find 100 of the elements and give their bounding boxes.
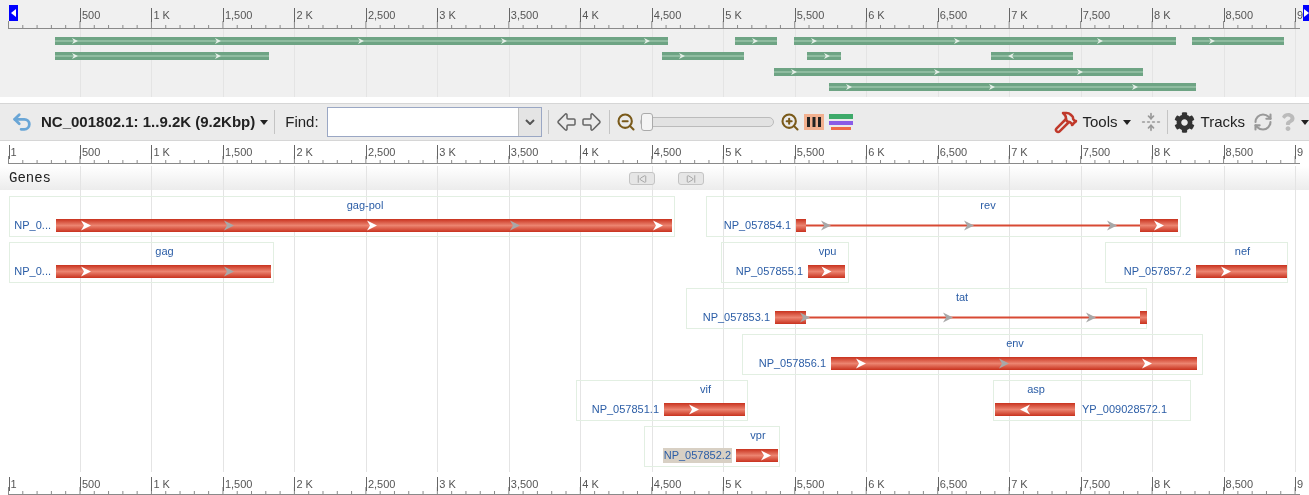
accession-label[interactable]: YP_009028572.1 (1081, 402, 1169, 417)
ruler-label: 3 K (437, 8, 456, 22)
caret-icon (260, 119, 269, 125)
accession-label[interactable]: NP_057854.1 (722, 218, 792, 233)
ruler-label: 1,500 (222, 477, 253, 491)
dropdown-chevron-icon (524, 119, 535, 125)
gene-name[interactable]: nef (1234, 245, 1251, 258)
accession-label[interactable]: NP_057851.1 (590, 402, 660, 417)
sequence-dropdown[interactable]: NC_001802.1: 1..9.2K (9.2Kbp) (41, 110, 269, 134)
ruler-label: 1 K (151, 8, 170, 22)
scroll-left-button[interactable] (9, 5, 18, 21)
accession-label[interactable]: NP_057853.1 (701, 310, 771, 325)
find-label: Find: (285, 111, 319, 132)
skip-forward-icon (686, 173, 696, 184)
ruler-label: 5,500 (794, 8, 825, 22)
zoom-slider-thumb[interactable] (640, 113, 653, 131)
ruler-label: 8 K (1152, 8, 1171, 22)
gene-bar[interactable] (1196, 265, 1287, 278)
gene-bar[interactable] (736, 449, 778, 462)
gene-bar[interactable] (995, 403, 1075, 416)
ruler-label: 4 K (580, 477, 599, 491)
ruler-label: 9 (1295, 477, 1304, 491)
ruler-label: 5 K (723, 8, 742, 22)
overview-feature-bar[interactable] (55, 52, 269, 61)
ruler-label: 4 K (580, 145, 599, 159)
ruler-label: 7,500 (1080, 145, 1111, 159)
gene-name[interactable]: gag-pol (346, 199, 384, 212)
overview-feature-bar[interactable] (829, 82, 1196, 91)
gene-name[interactable]: gag (155, 245, 174, 258)
accession-label[interactable]: NP_0... (13, 264, 52, 279)
ruler-label: 4,500 (651, 477, 682, 491)
next-feature-button[interactable] (678, 172, 704, 185)
ruler-label: 6 K (866, 8, 885, 22)
gene-bar[interactable] (775, 311, 1147, 324)
tools-menu-button[interactable]: Tools (1082, 110, 1131, 134)
gene-bar[interactable] (831, 357, 1197, 370)
gene-name[interactable]: asp (1027, 383, 1045, 396)
ruler-label: 8,500 (1223, 8, 1254, 22)
ruler-label: 4 K (580, 8, 599, 22)
gene-bar[interactable] (56, 219, 672, 232)
ruler-label: 6 K (866, 145, 885, 159)
ruler-label: 1 K (151, 477, 170, 491)
overview-feature-bar[interactable] (807, 52, 841, 61)
ruler-label: 2,500 (365, 8, 396, 22)
gene-name[interactable]: tat (955, 291, 969, 304)
find-field[interactable] (326, 107, 542, 137)
ruler-label: 6 K (866, 477, 885, 491)
gene-bar[interactable] (664, 403, 745, 416)
ruler-label: 2 K (294, 477, 313, 491)
overview-feature-bar[interactable] (1192, 37, 1284, 45)
ruler-label: 3,500 (508, 477, 539, 491)
gene-name[interactable]: env (1006, 337, 1024, 350)
settings-icon[interactable] (1173, 111, 1195, 133)
hammer-icon[interactable] (1053, 110, 1078, 134)
ruler-label: 1 (8, 477, 17, 491)
gene-bar[interactable] (796, 219, 1178, 232)
ruler-label: 5 K (723, 477, 742, 491)
refresh-icon[interactable] (1253, 112, 1273, 132)
overview-feature-bar[interactable] (55, 37, 668, 45)
gene-bar[interactable] (56, 265, 271, 278)
scroll-right-button[interactable] (1303, 5, 1309, 21)
gene-name[interactable]: vpr (750, 429, 766, 442)
ruler-label: 500 (79, 8, 101, 22)
ruler-label: 6,500 (937, 145, 968, 159)
ruler-label: 2,500 (365, 477, 396, 491)
gene-bar[interactable] (808, 265, 845, 278)
accession-label[interactable]: NP_057855.1 (734, 264, 804, 279)
ruler-label: 8 K (1152, 477, 1171, 491)
track-layout-icon[interactable] (828, 113, 853, 131)
gene-name[interactable]: vpu (818, 245, 837, 258)
collapse-icon[interactable] (1140, 112, 1161, 132)
caret-icon (1122, 119, 1131, 125)
caret-icon[interactable] (1301, 119, 1309, 125)
overview-feature-bar[interactable] (991, 52, 1073, 61)
accession-label[interactable]: NP_0... (13, 218, 52, 233)
ruler-label: 7 K (1009, 477, 1028, 491)
accession-label[interactable]: NP_057856.1 (757, 356, 827, 371)
help-icon[interactable] (1281, 113, 1295, 131)
gene-name[interactable]: rev (980, 199, 996, 212)
accession-label[interactable]: NP_057857.2 (1122, 264, 1192, 279)
ruler-label: 1 K (151, 145, 170, 159)
previous-feature-button[interactable] (629, 172, 655, 185)
ruler-label: 4,500 (651, 8, 682, 22)
ruler-label: 7 K (1009, 145, 1028, 159)
zoom-in-icon[interactable] (779, 112, 800, 132)
back-icon[interactable] (10, 111, 34, 133)
overview-feature-bar[interactable] (774, 67, 1143, 76)
sequence-icon[interactable] (803, 113, 824, 131)
ruler-label: 500 (79, 477, 101, 491)
gene-name[interactable]: vif (700, 383, 711, 396)
tracks-button[interactable]: Tracks (1200, 110, 1245, 134)
accession-label[interactable]: NP_057852.2 (662, 448, 732, 463)
arrow-left-icon[interactable] (554, 110, 579, 134)
ruler-label: 7 K (1009, 8, 1028, 22)
ruler-label: 3 K (437, 477, 456, 491)
zoom-out-icon[interactable] (615, 112, 636, 132)
overview-feature-bar[interactable] (735, 37, 777, 45)
overview-feature-bar[interactable] (794, 37, 1176, 45)
overview-feature-bar[interactable] (662, 52, 744, 61)
ruler-label: 7,500 (1080, 8, 1111, 22)
